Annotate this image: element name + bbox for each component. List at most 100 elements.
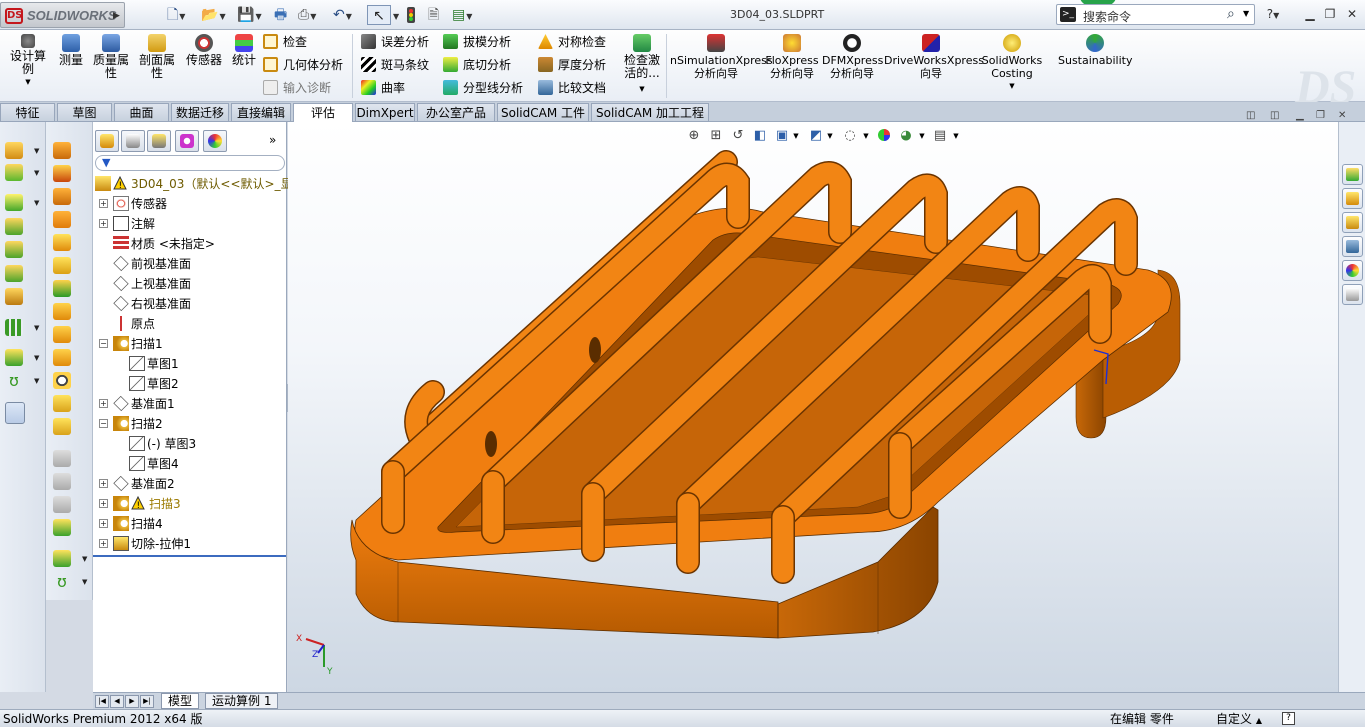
print-icon[interactable]: 🖶 [274,5,287,25]
statistics-button[interactable]: 统计 [230,34,258,67]
tab-motion-study[interactable]: 运动算例 1 [205,693,279,709]
solidworks-resources-tab[interactable] [1342,164,1363,185]
open-folder-icon[interactable]: 📂▼ [201,5,226,25]
draft-icon[interactable] [53,303,71,320]
print-options-icon[interactable]: ⎙▼ [298,5,316,25]
help-icon[interactable]: ?▼ [1263,5,1283,23]
extrude-boss-icon[interactable] [5,142,23,159]
mass-properties-button[interactable]: 质量属性 [92,34,130,80]
expand-icon[interactable]: + [99,199,108,208]
tab-model[interactable]: 模型 [161,693,200,709]
tree-item-sweep1[interactable]: − 扫描1 [93,335,286,353]
tree-item-sketch2[interactable]: 草图2 [93,375,286,393]
design-library-tab[interactable] [1342,188,1363,209]
tab-solidcam-operations[interactable]: SolidCAM 加工工程 [591,103,709,122]
tab-dimxpert[interactable]: DimXpert [355,103,415,122]
tree-item-origin[interactable]: 原点 [93,315,286,333]
chamfer-icon[interactable] [53,257,71,274]
custom-properties-tab[interactable] [1342,284,1363,305]
prev-tab-icon[interactable]: ◀ [110,695,124,708]
instant3d-icon[interactable] [5,402,25,424]
tree-item-sweep3[interactable]: +! 扫描3 [93,495,286,513]
extrude-base-icon[interactable] [5,164,23,181]
quick-tips-icon[interactable]: ? [1282,712,1295,725]
solidworks-menu-button[interactable]: DS SOLIDWORKS ▶ [0,2,125,28]
nsimulationxpress-button[interactable]: nSimulationXpress 分析向导 [670,34,773,80]
tree-item-top-plane[interactable]: 上视基准面 [93,275,286,293]
reference-geometry-icon[interactable] [5,349,23,366]
solidworks-costing-button[interactable]: SolidWorks Costing ▼ [980,34,1044,93]
split-icon[interactable] [53,519,71,536]
symmetry-check-button[interactable]: 对称检查 [538,32,606,52]
rollback-bar[interactable] [93,555,286,557]
tab-office-products[interactable]: 办公室产品 [417,103,495,122]
appearances-tab[interactable] [1342,260,1363,281]
tree-item-sensors[interactable]: + 传感器 [93,195,286,213]
draft-analysis-button[interactable]: 拔模分析 [443,32,511,52]
expand-arrows-icon[interactable]: » [269,133,276,147]
restore-button[interactable]: ❐ [1320,5,1340,23]
propertymanager-tab[interactable] [121,130,145,152]
file-properties-icon[interactable]: 🗎 [428,5,439,25]
new-document-icon[interactable]: 🗋▼ [167,5,185,25]
doc-restore-icon[interactable]: ❐ [1316,110,1325,121]
wrap-icon[interactable] [53,349,71,366]
expand-icon[interactable]: + [99,399,108,408]
sweep-boss-icon[interactable] [5,218,23,235]
cut-sweep-icon[interactable] [53,188,71,205]
check-button[interactable]: 检查 [263,32,307,52]
collapse-icon[interactable]: − [99,419,108,428]
configurationmanager-tab[interactable] [147,130,171,152]
tree-item-sketch4[interactable]: 草图4 [93,455,286,473]
minimize-button[interactable]: ▁ [1300,5,1320,23]
dimxpertmanager-tab[interactable] [175,130,199,152]
revolve-icon[interactable] [5,194,23,211]
dropdown-icon[interactable]: ▼ [392,5,399,25]
cut-boundary-icon[interactable] [53,234,71,251]
tab-direct-editing[interactable]: 直接编辑 [231,103,291,122]
hole-wizard-icon[interactable] [53,418,71,435]
select-arrow-icon[interactable]: ↖ [367,5,391,25]
expand-icon[interactable]: + [99,539,108,548]
expand-icon[interactable]: + [99,519,108,528]
tree-item-annotations[interactable]: + 注解 [93,215,286,233]
import-diagnostics-button[interactable]: 输入诊断 [263,78,331,98]
curves-icon[interactable]: ʊ [5,372,23,389]
tree-item-material[interactable]: 材质 <未指定> [93,235,286,253]
tile-horizontal-icon[interactable]: ◫ [1246,110,1255,121]
delete-face-icon[interactable] [53,473,71,490]
deviation-analysis-button[interactable]: 误差分析 [361,32,429,52]
parting-line-analysis-button[interactable]: 分型线分析 [443,78,523,98]
dome-icon[interactable] [53,395,71,412]
measure-button[interactable]: 测量 [56,34,86,67]
save-icon[interactable]: 💾▼ [237,5,262,25]
replace-face-icon[interactable] [53,496,71,513]
undercut-analysis-button[interactable]: 底切分析 [443,55,511,75]
tab-evaluate[interactable]: 评估 [293,103,353,123]
tree-item-sweep4[interactable]: + 扫描4 [93,515,286,533]
fillet-icon[interactable] [5,288,23,305]
thickness-analysis-button[interactable]: 厚度分析 [538,55,606,75]
move-face-icon[interactable] [53,450,71,467]
tree-filter-field[interactable]: ▼ [95,155,285,171]
driveworksxpress-button[interactable]: DriveWorksXpress 向导 [884,34,984,80]
tab-data-migration[interactable]: 数据迁移 [171,103,229,122]
tree-item-sketch3[interactable]: (-) 草图3 [93,435,286,453]
rib-icon[interactable] [53,280,71,297]
cut-extrude-icon[interactable] [53,142,71,159]
boundary-boss-icon[interactable] [5,265,23,282]
expand-icon[interactable]: + [99,499,108,508]
cut-loft-icon[interactable] [53,211,71,228]
tab-solidcam-part[interactable]: SolidCAM 工件 [497,103,589,122]
sustainability-button[interactable]: Sustainability [1058,34,1132,67]
geometry-analysis-button[interactable]: 几何体分析 [263,55,343,75]
search-icon[interactable]: ⌕ [1227,6,1235,22]
view-palette-tab[interactable] [1342,236,1363,257]
rebuild-icon[interactable] [406,5,416,25]
expand-icon[interactable]: + [99,479,108,488]
tree-item-right-plane[interactable]: 右视基准面 [93,295,286,313]
sensor-button[interactable]: 传感器 [184,34,224,67]
search-commands-field[interactable]: >_ 搜索命令 ⌕ ▼ [1056,4,1255,25]
design-study-button[interactable]: 设计算例 ▼ [8,34,48,89]
undo-icon[interactable]: ↶▼ [333,5,352,25]
